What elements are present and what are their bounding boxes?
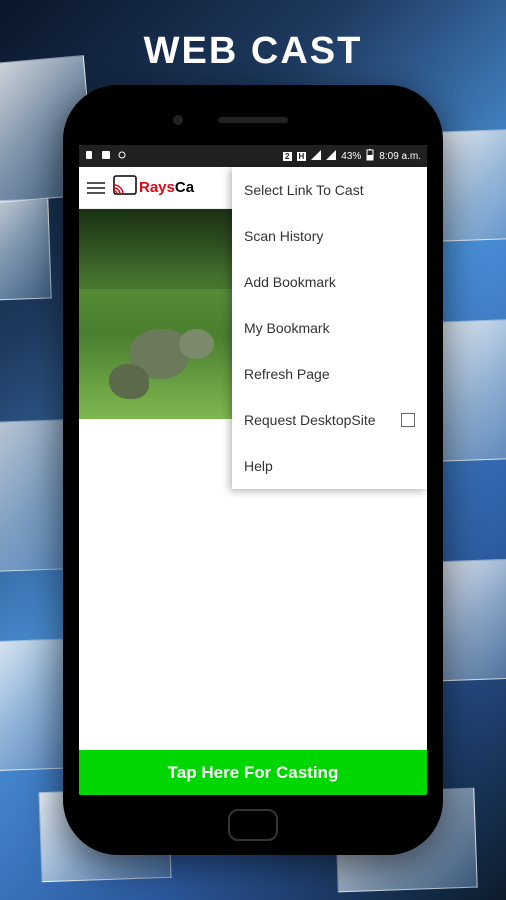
battery-percent: 43% [341, 151, 361, 162]
cast-button-label: Tap Here For Casting [168, 763, 339, 783]
menu-item-select-link[interactable]: Select Link To Cast [232, 167, 427, 213]
phone-screen: 2 H 43% 8:09 a.m. [79, 145, 427, 795]
menu-item-label: My Bookmark [244, 320, 330, 336]
status-bar: 2 H 43% 8:09 a.m. [79, 145, 427, 167]
bg-cube [0, 198, 52, 301]
menu-item-label: Help [244, 458, 273, 474]
desktop-site-checkbox[interactable] [401, 413, 415, 427]
phone-speaker [218, 117, 288, 123]
network-type-badge: 2 [283, 152, 291, 161]
logo-text-suffix: Ca [175, 179, 194, 196]
menu-button[interactable] [87, 182, 105, 194]
phone-home-button[interactable] [228, 809, 278, 841]
signal-icon [326, 150, 336, 163]
menu-item-label: Scan History [244, 228, 323, 244]
menu-item-label: Request DesktopSite [244, 412, 376, 428]
sync-icon [117, 150, 127, 163]
logo-text-rays: Rays [139, 179, 175, 196]
menu-item-refresh-page[interactable]: Refresh Page [232, 351, 427, 397]
menu-item-add-bookmark[interactable]: Add Bookmark [232, 259, 427, 305]
page-title: WEB CAST [0, 30, 506, 73]
menu-item-request-desktop[interactable]: Request DesktopSite [232, 397, 427, 443]
menu-item-label: Select Link To Cast [244, 182, 364, 198]
dropdown-menu: Select Link To Cast Scan History Add Boo… [232, 167, 427, 489]
data-icon: H [297, 152, 307, 161]
battery-icon [366, 149, 374, 164]
menu-item-help[interactable]: Help [232, 443, 427, 489]
save-icon [101, 150, 111, 163]
app-logo: RaysCa [113, 175, 194, 200]
clock-text: 8:09 a.m. [379, 151, 421, 162]
phone-camera [173, 115, 183, 125]
menu-item-label: Add Bookmark [244, 274, 336, 290]
cast-icon [113, 175, 137, 200]
bg-cube [434, 128, 506, 241]
menu-item-label: Refresh Page [244, 366, 330, 382]
menu-item-my-bookmark[interactable]: My Bookmark [232, 305, 427, 351]
signal-icon [311, 150, 321, 163]
sim-icon [85, 150, 95, 163]
phone-frame: 2 H 43% 8:09 a.m. [63, 85, 443, 855]
cast-button[interactable]: Tap Here For Casting [79, 750, 427, 795]
menu-item-scan-history[interactable]: Scan History [232, 213, 427, 259]
